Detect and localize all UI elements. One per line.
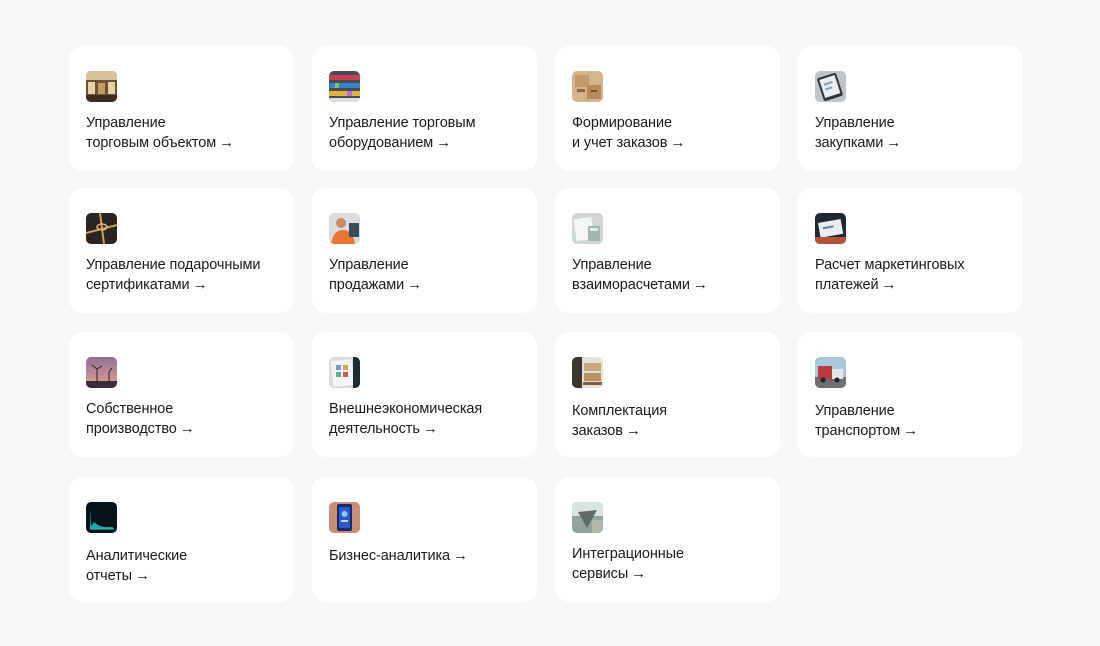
truck-icon bbox=[815, 357, 846, 388]
card-own-production[interactable]: Собственное производство → bbox=[69, 332, 294, 457]
card-label: Управление торговым объектом → bbox=[86, 115, 235, 151]
arrow-right-icon: → bbox=[407, 276, 423, 293]
arrow-right-icon: → bbox=[135, 567, 150, 584]
card-analytic-reports[interactable]: Аналитические отчеты → bbox=[69, 477, 294, 602]
arrow-right-icon: → bbox=[422, 420, 438, 437]
arrow-right-icon: → bbox=[631, 565, 647, 582]
laptop-payments-icon bbox=[815, 213, 846, 244]
arrow-right-icon: → bbox=[179, 420, 195, 437]
integration-screen-icon bbox=[572, 502, 603, 533]
arrow-right-icon: → bbox=[903, 422, 919, 439]
card-label: Интеграционные сервисы → bbox=[572, 546, 684, 582]
salesperson-icon bbox=[329, 213, 360, 244]
cardboard-boxes-icon bbox=[572, 71, 603, 102]
card-marketing-payments[interactable]: Расчет маркетинговых платежей → bbox=[798, 188, 1023, 313]
card-order-forming[interactable]: Формирование и учет заказов → bbox=[555, 46, 780, 171]
services-grid: Управление торговым объектом → Управление… bbox=[69, 46, 1023, 602]
arrow-right-icon: → bbox=[192, 276, 208, 293]
card-label: Управление закупками → bbox=[815, 115, 902, 151]
gift-ribbon-icon bbox=[86, 213, 117, 244]
documents-calculator-icon bbox=[572, 213, 603, 244]
card-label: Бизнес-аналитика → bbox=[329, 547, 468, 564]
card-label: Управление продажами → bbox=[329, 257, 423, 293]
card-business-analytics[interactable]: Бизнес-аналитика → bbox=[312, 477, 537, 602]
arrow-right-icon: → bbox=[886, 134, 902, 151]
card-label: Формирование и учет заказов → bbox=[572, 115, 686, 151]
card-label: Управление взаиморасчетами → bbox=[572, 257, 708, 293]
card-label: Аналитические отчеты → bbox=[86, 548, 188, 584]
card-label: Управление транспортом → bbox=[815, 403, 919, 439]
card-integration-services[interactable]: Интеграционные сервисы → bbox=[555, 477, 780, 602]
analytics-chart-icon bbox=[86, 502, 117, 533]
arrow-right-icon: → bbox=[452, 547, 468, 564]
retail-shelves-icon bbox=[329, 71, 360, 102]
card-foreign-trade[interactable]: Внешнеэкономическая деятельность → bbox=[312, 332, 537, 457]
arrow-right-icon: → bbox=[625, 422, 641, 439]
card-store-management[interactable]: Управление торговым объектом → bbox=[69, 46, 294, 171]
wind-turbines-icon bbox=[86, 357, 117, 388]
tablet-trade-icon bbox=[329, 357, 360, 388]
card-gift-certificates[interactable]: Управление подарочными сертификатами → bbox=[69, 188, 294, 313]
card-label: Управление торговым оборудованием → bbox=[329, 115, 476, 151]
card-label: Расчет маркетинговых платежей → bbox=[815, 257, 965, 293]
arrow-right-icon: → bbox=[692, 276, 708, 293]
phone-dashboard-icon bbox=[329, 502, 360, 533]
warehouse-pallets-icon bbox=[572, 357, 603, 388]
card-label: Внешнеэкономическая деятельность → bbox=[329, 401, 483, 437]
card-label: Управление подарочными сертификатами → bbox=[86, 257, 261, 293]
tablet-purchasing-icon bbox=[815, 71, 846, 102]
arrow-right-icon: → bbox=[219, 134, 235, 151]
card-sales[interactable]: Управление продажами → bbox=[312, 188, 537, 313]
arrow-right-icon: → bbox=[670, 134, 686, 151]
arrow-right-icon: → bbox=[436, 134, 451, 151]
card-retail-equipment[interactable]: Управление торговым оборудованием → bbox=[312, 46, 537, 171]
card-purchasing[interactable]: Управление закупками → bbox=[798, 46, 1023, 171]
card-label: Комплектация заказов → bbox=[572, 403, 667, 439]
card-transport[interactable]: Управление транспортом → bbox=[798, 332, 1023, 457]
card-label: Собственное производство → bbox=[86, 401, 195, 437]
card-settlements[interactable]: Управление взаиморасчетами → bbox=[555, 188, 780, 313]
card-order-picking[interactable]: Комплектация заказов → bbox=[555, 332, 780, 457]
store-interior-icon bbox=[86, 71, 117, 102]
arrow-right-icon: → bbox=[881, 276, 897, 293]
